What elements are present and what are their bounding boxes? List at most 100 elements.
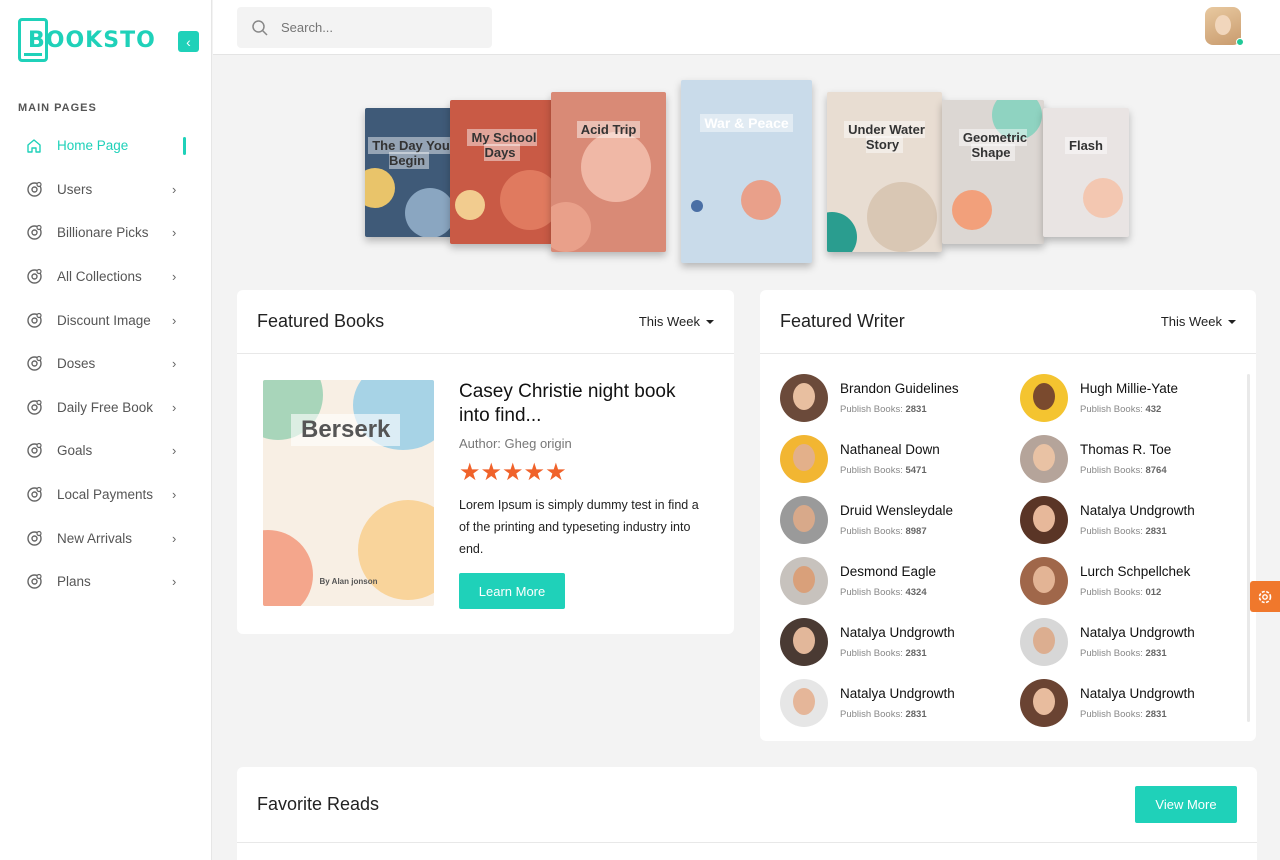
- writer-avatar: [1020, 374, 1068, 422]
- book-description: Lorem Ipsum is simply dummy test in find…: [459, 498, 699, 556]
- writer-name: Druid Wensleydale: [840, 503, 954, 518]
- sidebar-item-goals[interactable]: Goals ›: [0, 429, 212, 473]
- settings-toggle[interactable]: [1250, 581, 1280, 612]
- sidebar-item-home-page[interactable]: Home Page: [0, 124, 212, 168]
- writer-item[interactable]: Natalya Undgrowth Publish Books: 2831: [780, 679, 1000, 727]
- sidebar-item-label: Doses: [57, 356, 96, 372]
- chevron-right-icon: ›: [172, 356, 177, 372]
- writer-item[interactable]: Nathaneal Down Publish Books: 5471: [780, 435, 1000, 483]
- sidebar-item-all-collections[interactable]: All Collections ›: [0, 255, 212, 299]
- writer-item[interactable]: Lurch Schpellchek Publish Books: 012: [1020, 557, 1240, 605]
- card-header: Favorite Reads View More: [237, 767, 1257, 843]
- gear-user-icon: [25, 529, 43, 547]
- chevron-right-icon: ›: [172, 269, 177, 285]
- gear-user-icon: [25, 355, 43, 373]
- book-logo-icon: [18, 18, 48, 62]
- cover-shape: [405, 188, 453, 237]
- cover-shape: [691, 200, 703, 212]
- book-info: Casey Christie night book into find... A…: [459, 380, 709, 609]
- book-title: Flash: [1043, 137, 1129, 154]
- period-dropdown[interactable]: This Week: [1161, 314, 1236, 329]
- banner-book[interactable]: The Day You Begin: [365, 108, 453, 237]
- cover-shape: [827, 212, 857, 252]
- writer-books: Publish Books: 2831: [1080, 526, 1167, 537]
- featured-writer-card: Featured Writer This Week Brandon Guidel…: [760, 290, 1256, 741]
- view-more-button[interactable]: View More: [1135, 786, 1237, 823]
- learn-more-button[interactable]: Learn More: [459, 573, 565, 609]
- writer-avatar: [1020, 557, 1068, 605]
- sidebar-item-label: Daily Free Book: [57, 399, 154, 415]
- sidebar-item-plans[interactable]: Plans ›: [0, 560, 212, 604]
- writer-name: Natalya Undgrowth: [840, 686, 955, 701]
- section-label: MAIN PAGES: [18, 102, 97, 114]
- sidebar-item-new-arrivals[interactable]: New Arrivals ›: [0, 516, 212, 560]
- writer-list-scrollbar[interactable]: [1247, 374, 1250, 722]
- cover-shape: [500, 170, 554, 230]
- writer-item[interactable]: Desmond Eagle Publish Books: 4324: [780, 557, 1000, 605]
- writer-item[interactable]: Natalya Undgrowth Publish Books: 2831: [1020, 496, 1240, 544]
- sidebar-item-local-payments[interactable]: Local Payments ›: [0, 473, 212, 517]
- online-status-dot: [1236, 38, 1244, 46]
- book-name[interactable]: Casey Christie night book into find...: [459, 380, 709, 428]
- chevron-right-icon: ›: [172, 443, 177, 459]
- writer-avatar: [780, 679, 828, 727]
- cover-shape: [263, 530, 313, 606]
- writer-item[interactable]: Natalya Undgrowth Publish Books: 2831: [780, 618, 1000, 666]
- gear-user-icon: [25, 442, 43, 460]
- sidebar-item-label: Discount Image: [57, 312, 151, 328]
- banner-book[interactable]: War & Peace: [681, 80, 812, 263]
- gear-user-icon: [25, 311, 43, 329]
- writer-books: Publish Books: 2831: [1080, 709, 1167, 720]
- chevron-right-icon: ›: [172, 225, 177, 241]
- gear-user-icon: [25, 180, 43, 198]
- chevron-right-icon: ›: [172, 399, 177, 415]
- writer-books: Publish Books: 8987: [840, 526, 927, 537]
- writer-item[interactable]: Druid Wensleydale Publish Books: 8987: [780, 496, 1000, 544]
- writer-name: Brandon Guidelines: [840, 381, 959, 396]
- sidebar-item-users[interactable]: Users ›: [0, 168, 212, 212]
- caret-down-icon: [706, 319, 714, 324]
- writer-name: Desmond Eagle: [840, 564, 937, 579]
- writer-item[interactable]: Natalya Undgrowth Publish Books: 2831: [1020, 618, 1240, 666]
- search-input[interactable]: [281, 20, 471, 35]
- writer-avatar: [1020, 435, 1068, 483]
- favorite-reads-card: Favorite Reads View More: [237, 767, 1257, 860]
- writer-books: Publish Books: 012: [1080, 587, 1162, 598]
- banner-book[interactable]: Geometric Shape: [942, 100, 1044, 244]
- banner-book[interactable]: Flash: [1043, 108, 1129, 237]
- avatar-face: [1215, 15, 1231, 35]
- gear-user-icon: [25, 268, 43, 286]
- sidebar-item-discount-image[interactable]: Discount Image ›: [0, 298, 212, 342]
- sidebar-collapse-button[interactable]: ‹: [178, 31, 199, 52]
- sidebar-item-daily-free-book[interactable]: Daily Free Book ›: [0, 386, 212, 430]
- brand-logo[interactable]: BOOKSTO: [18, 18, 156, 62]
- chevron-right-icon: ›: [172, 530, 177, 546]
- card-title: Favorite Reads: [257, 794, 380, 814]
- card-title: Featured Books: [257, 311, 385, 331]
- sidebar-item-billionare-picks[interactable]: Billionare Picks ›: [0, 211, 212, 255]
- writer-item[interactable]: Natalya Undgrowth Publish Books: 2831: [1020, 679, 1240, 727]
- search-box[interactable]: [237, 7, 492, 48]
- writer-item[interactable]: Brandon Guidelines Publish Books: 2831: [780, 374, 1000, 422]
- chevron-right-icon: ›: [172, 181, 177, 197]
- sidebar-item-doses[interactable]: Doses ›: [0, 342, 212, 386]
- book-title: Under Water Story: [827, 121, 942, 153]
- banner-book[interactable]: Acid Trip: [551, 92, 666, 252]
- banner-book[interactable]: My School Days: [450, 100, 554, 244]
- sidebar-item-label: New Arrivals: [57, 530, 133, 546]
- book-title: The Day You Begin: [365, 137, 453, 169]
- writer-name: Nathaneal Down: [840, 442, 940, 457]
- cover-author: By Alan jonson: [319, 577, 378, 586]
- writer-item[interactable]: Hugh Millie-Yate Publish Books: 432: [1020, 374, 1240, 422]
- writer-item[interactable]: Thomas R. Toe Publish Books: 8764: [1020, 435, 1240, 483]
- banner-book[interactable]: Under Water Story: [827, 92, 942, 252]
- book-cover[interactable]: Berserk By Alan jonson: [263, 380, 434, 606]
- writer-avatar: [780, 496, 828, 544]
- writer-avatar: [780, 557, 828, 605]
- writer-name: Lurch Schpellchek: [1080, 564, 1191, 579]
- cover-shape: [1083, 178, 1123, 218]
- topbar: [213, 0, 1280, 55]
- writer-books: Publish Books: 5471: [840, 465, 927, 476]
- sidebar-item-label: Local Payments: [57, 487, 154, 503]
- period-dropdown[interactable]: This Week: [639, 314, 714, 329]
